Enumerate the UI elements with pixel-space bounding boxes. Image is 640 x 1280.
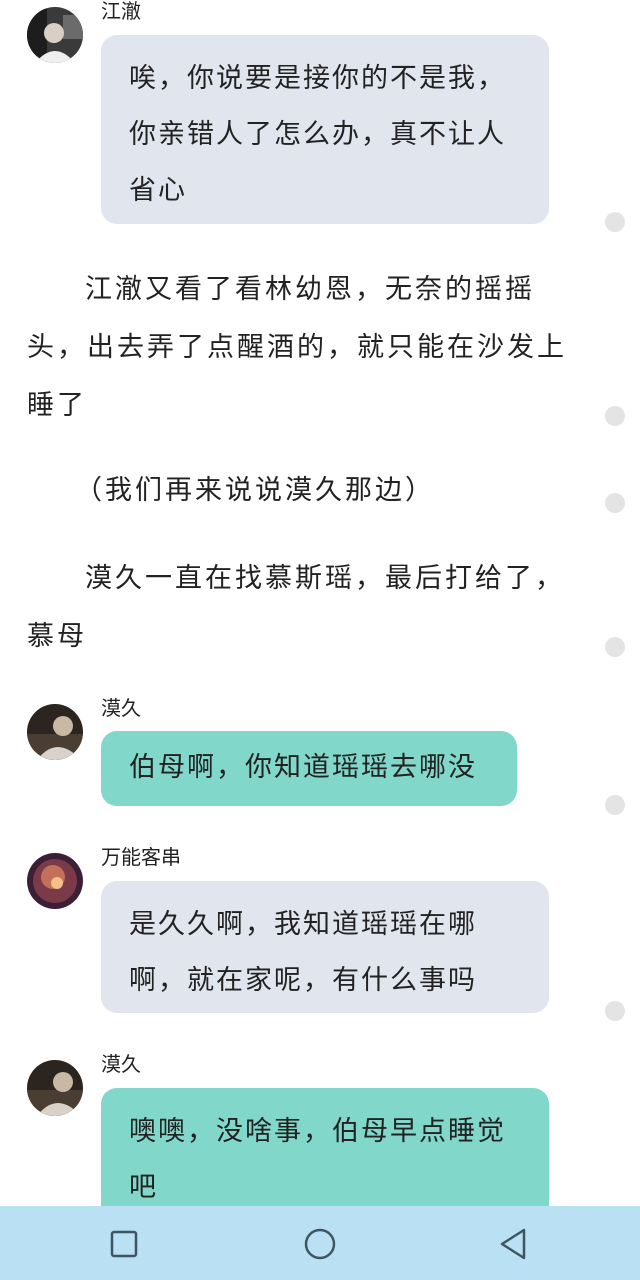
circle-home-icon[interactable] — [300, 1224, 340, 1264]
narration-text: （我们再来说说漠久那边） — [75, 475, 435, 506]
status-dot — [605, 406, 625, 426]
square-recents-icon[interactable] — [104, 1224, 144, 1264]
navigation-bar — [0, 1206, 640, 1280]
status-dot — [605, 795, 625, 815]
sender-name: 漠久 — [101, 696, 141, 720]
narration-text: 漠久一直在找慕斯瑶，最后打给了，慕母 — [27, 563, 565, 652]
avatar-mojiu[interactable] — [27, 1060, 83, 1116]
avatar-jiangche[interactable] — [27, 7, 83, 63]
message-line: 是久久啊，我知道瑶瑶在哪 — [129, 909, 477, 940]
status-dot — [605, 1001, 625, 1021]
avatar-mojiu[interactable] — [27, 704, 83, 760]
status-dot — [605, 637, 625, 657]
sender-name: 漠久 — [101, 1052, 141, 1076]
message-bubble[interactable]: 是久久啊，我知道瑶瑶在哪 啊，就在家呢，有什么事吗 — [101, 881, 549, 1013]
message-line: 唉，你说要是接你的不是我， — [129, 63, 506, 94]
sender-name: 万能客串 — [101, 845, 181, 869]
message-line: 啊，就在家呢，有什么事吗 — [129, 965, 477, 996]
avatar-wannengkechuan[interactable] — [27, 853, 83, 909]
message-line: 伯母啊，你知道瑶瑶去哪没 — [129, 752, 477, 783]
message-line: 你亲错人了怎么办，真不让人 — [129, 119, 506, 150]
message-bubble[interactable]: 唉，你说要是接你的不是我， 你亲错人了怎么办，真不让人 省心 — [101, 35, 549, 224]
status-dot — [605, 493, 625, 513]
sender-name: 江澈 — [101, 0, 141, 23]
message-line: 噢噢，没啥事，伯母早点睡觉 — [129, 1116, 506, 1147]
message-line: 省心 — [129, 175, 187, 206]
triangle-back-icon[interactable] — [494, 1224, 534, 1264]
narration-text: 江澈又看了看林幼恩，无奈的摇摇头，出去弄了点醒酒的，就只能在沙发上睡了 — [27, 274, 567, 421]
status-dot — [605, 212, 625, 232]
message-bubble[interactable]: 伯母啊，你知道瑶瑶去哪没 — [101, 731, 517, 806]
